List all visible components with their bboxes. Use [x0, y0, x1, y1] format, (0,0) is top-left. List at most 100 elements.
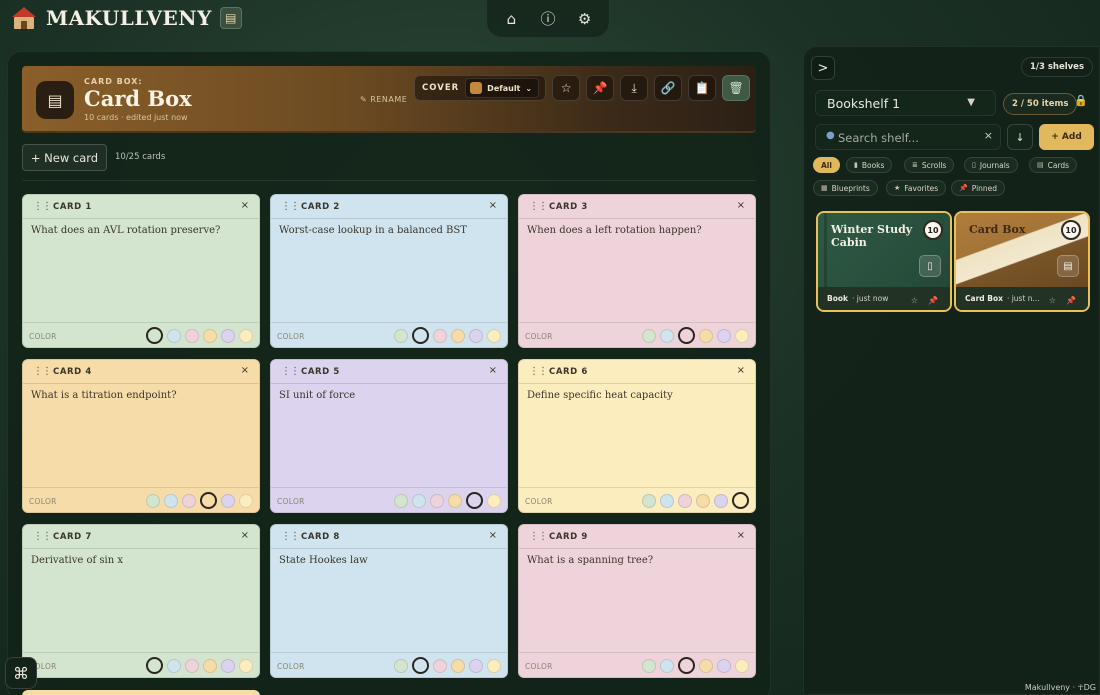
- color-swatch-yellow[interactable]: [239, 328, 253, 343]
- color-swatch-purple[interactable]: [221, 328, 235, 343]
- star-icon[interactable]: ☆: [911, 296, 918, 305]
- filter-cards[interactable]: ▤ Cards: [1029, 157, 1078, 173]
- color-swatch-yellow[interactable]: [735, 658, 749, 673]
- color-swatch-pink[interactable]: [433, 328, 447, 343]
- filter-books[interactable]: ▮ Books: [846, 157, 893, 173]
- card-question[interactable]: What is a titration endpoint?: [31, 390, 177, 401]
- filter-all[interactable]: All: [813, 157, 840, 173]
- link-button[interactable]: 🔗: [654, 75, 683, 101]
- color-swatch-pink[interactable]: [185, 328, 199, 343]
- color-swatch-blue[interactable]: [660, 493, 674, 508]
- close-icon[interactable]: ×: [241, 530, 249, 541]
- color-swatch-pink[interactable]: [678, 657, 695, 674]
- color-swatch-orange[interactable]: [451, 658, 465, 673]
- lock-icon[interactable]: 🔒: [1074, 94, 1088, 107]
- color-swatch-orange[interactable]: [203, 658, 217, 673]
- flash-card[interactable]: ⋮⋮ CARD 1 × What does an AVL rotation prese…: [22, 194, 260, 348]
- drag-handle-icon[interactable]: ⋮⋮: [33, 531, 52, 542]
- color-swatch-orange[interactable]: [699, 658, 713, 673]
- color-swatch-purple[interactable]: [717, 658, 731, 673]
- color-swatch-orange[interactable]: [203, 328, 217, 343]
- flash-card[interactable]: ⋮⋮ CARD 5 × SI unit of force COLOR: [270, 359, 508, 513]
- flash-card[interactable]: ⋮⋮ CARD 4 × What is a titration endpoint? CO…: [22, 359, 260, 513]
- color-swatch-orange[interactable]: [451, 328, 465, 343]
- card-question[interactable]: Worst-case lookup in a balanced BST: [279, 225, 467, 236]
- drag-handle-icon[interactable]: ⋮⋮: [33, 366, 52, 377]
- color-swatch-pink[interactable]: [185, 658, 199, 673]
- color-swatch-green[interactable]: [642, 493, 656, 508]
- close-icon[interactable]: ×: [737, 530, 745, 541]
- drag-handle-icon[interactable]: ⋮⋮: [529, 531, 548, 542]
- color-swatch-blue[interactable]: [660, 328, 674, 343]
- color-swatch-pink[interactable]: [433, 658, 447, 673]
- card-question[interactable]: Define specific heat capacity: [527, 390, 673, 401]
- flash-card[interactable]: ⋮⋮ CARD 6 × Define specific heat capacity CO…: [518, 359, 756, 513]
- color-swatch-green[interactable]: [642, 658, 656, 673]
- color-swatch-orange[interactable]: [448, 493, 462, 508]
- close-icon[interactable]: ×: [489, 200, 497, 211]
- filter-scrolls[interactable]: ≣ Scrolls: [904, 157, 955, 173]
- color-swatch-pink[interactable]: [678, 493, 692, 508]
- drag-handle-icon[interactable]: ⋮⋮: [281, 366, 300, 377]
- drag-handle-icon[interactable]: ⋮⋮: [529, 366, 548, 377]
- color-swatch-green[interactable]: [394, 658, 408, 673]
- card-question[interactable]: When does a left rotation happen?: [527, 225, 702, 236]
- delete-button[interactable]: 🗑: [722, 75, 751, 101]
- color-swatch-pink[interactable]: [430, 493, 444, 508]
- shelf-tile-card-box[interactable]: Card Box 10 ▤ Card Box · just n... ☆ 📌: [954, 211, 1090, 312]
- close-icon[interactable]: ×: [241, 200, 249, 211]
- card-question[interactable]: State Hookes law: [279, 555, 368, 566]
- pin-button[interactable]: 📌: [586, 75, 615, 101]
- color-swatch-purple[interactable]: [221, 658, 235, 673]
- close-icon[interactable]: ×: [737, 200, 745, 211]
- shelf-select[interactable]: Bookshelf 1 ▼: [815, 90, 996, 116]
- filter-blueprints[interactable]: ▦ Blueprints: [813, 180, 878, 196]
- cover-select[interactable]: Default ⌄: [465, 78, 540, 98]
- new-card-button[interactable]: + New card: [22, 144, 107, 171]
- color-swatch-yellow[interactable]: [487, 658, 501, 673]
- star-icon[interactable]: ☆: [1049, 296, 1056, 305]
- color-swatch-yellow[interactable]: [487, 493, 501, 508]
- color-swatch-green[interactable]: [146, 327, 163, 344]
- color-swatch-purple[interactable]: [469, 658, 483, 673]
- color-swatch-green[interactable]: [146, 493, 160, 508]
- add-item-button[interactable]: + Add: [1039, 124, 1094, 150]
- color-swatch-yellow[interactable]: [732, 492, 749, 509]
- pin-icon[interactable]: 📌: [1066, 296, 1076, 305]
- color-swatch-green[interactable]: [146, 657, 163, 674]
- drag-handle-icon[interactable]: ⋮⋮: [281, 201, 300, 212]
- color-swatch-pink[interactable]: [182, 493, 196, 508]
- color-swatch-green[interactable]: [394, 493, 408, 508]
- flash-card[interactable]: ⋮⋮ CARD 2 × Worst-case lookup in a balanced…: [270, 194, 508, 348]
- info-icon[interactable]: ⓘ: [535, 8, 561, 29]
- flash-card[interactable]: ⋮⋮ CARD 3 × When does a left rotation happe…: [518, 194, 756, 348]
- color-swatch-orange[interactable]: [696, 493, 710, 508]
- color-swatch-purple[interactable]: [714, 493, 728, 508]
- color-swatch-blue[interactable]: [412, 327, 429, 344]
- sort-button[interactable]: ↓: [1007, 124, 1033, 150]
- close-icon[interactable]: ×: [737, 365, 745, 376]
- collapse-sidebar-button[interactable]: >: [811, 56, 835, 80]
- flash-card[interactable]: ⋮⋮ CARD 7 × Derivative of sin x COLOR: [22, 524, 260, 678]
- color-swatch-yellow[interactable]: [239, 658, 253, 673]
- color-swatch-blue[interactable]: [412, 493, 426, 508]
- drag-handle-icon[interactable]: ⋮⋮: [33, 201, 52, 212]
- color-swatch-purple[interactable]: [221, 493, 235, 508]
- color-swatch-yellow[interactable]: [487, 328, 501, 343]
- close-icon[interactable]: ×: [241, 365, 249, 376]
- color-swatch-blue[interactable]: [412, 657, 429, 674]
- drag-handle-icon[interactable]: ⋮⋮: [529, 201, 548, 212]
- card-question[interactable]: SI unit of force: [279, 390, 355, 401]
- drag-handle-icon[interactable]: ⋮⋮: [281, 531, 300, 542]
- filter-journals[interactable]: ▯ Journals: [964, 157, 1018, 173]
- close-icon[interactable]: ×: [489, 365, 497, 376]
- search-input[interactable]: [838, 128, 978, 147]
- color-swatch-yellow[interactable]: [735, 328, 749, 343]
- card-question[interactable]: What does an AVL rotation preserve?: [31, 225, 220, 236]
- color-swatch-orange[interactable]: [200, 492, 217, 509]
- color-swatch-purple[interactable]: [469, 328, 483, 343]
- rename-button[interactable]: ✎ RENAME: [360, 95, 407, 104]
- close-icon[interactable]: ×: [489, 530, 497, 541]
- clipboard-button[interactable]: 📋: [688, 75, 717, 101]
- color-swatch-orange[interactable]: [699, 328, 713, 343]
